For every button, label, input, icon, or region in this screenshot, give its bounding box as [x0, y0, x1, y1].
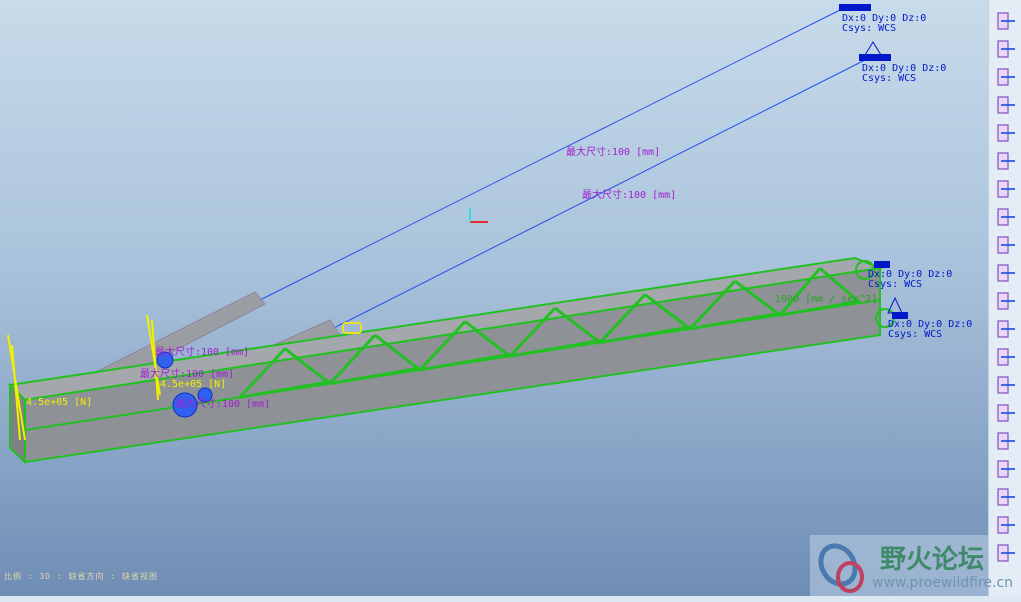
shell-icon[interactable] [993, 402, 1017, 424]
status-text: 比例 : 3D : 缺省方向 : 缺省视图 [4, 572, 158, 581]
watermark: 野火论坛 www.proewildfire.cn [810, 535, 1013, 596]
selected-tag [342, 322, 362, 334]
model-viewport[interactable]: Dx:0 Dy:0 Dz:0 Csys: WCS Dx:0 Dy:0 Dz:0 Cs… [0, 0, 988, 596]
watermark-logo-icon [818, 543, 864, 593]
guide-line [259, 9, 841, 301]
pressure-load-icon[interactable] [993, 206, 1017, 228]
displacement-constraint-icon[interactable] [993, 10, 1017, 32]
moment-load-icon[interactable] [993, 122, 1017, 144]
gravity-load-icon[interactable] [993, 234, 1017, 256]
bearing-load-icon[interactable] [993, 178, 1017, 200]
beam-icon[interactable] [993, 318, 1017, 340]
tag-icon[interactable] [993, 542, 1017, 564]
constraint-label: Dx:0 Dy:0 Dz:0 Csys: WCS [868, 269, 953, 290]
dimension-label: 最大尺寸:100 [mm] [176, 399, 271, 410]
dimension-label: 最大尺寸:100 [mm] [582, 190, 677, 201]
rigid-link-icon[interactable] [993, 458, 1017, 480]
dimension-label: 最大尺寸:100 [mm] [566, 147, 661, 158]
acceleration-label: 1000 [mm / sec^2] [775, 294, 878, 305]
force-load-icon[interactable] [993, 94, 1017, 116]
watermark-url: www.proewildfire.cn [872, 575, 1014, 591]
bottom-border [0, 596, 1021, 602]
surface-region-icon[interactable] [993, 262, 1017, 284]
constraint-label: Dx:0 Dy:0 Dz:0 Csys: WCS [862, 63, 947, 84]
mass-icon[interactable] [993, 374, 1017, 396]
temperature-load-icon[interactable] [993, 150, 1017, 172]
connection-icon[interactable] [993, 514, 1017, 536]
weld-icon[interactable] [993, 430, 1017, 452]
measure-icon[interactable] [993, 486, 1017, 508]
pin-constraint-icon[interactable] [993, 66, 1017, 88]
load-label: 4.5e+05 [N] [160, 379, 227, 390]
multi-constraint-icon[interactable] [993, 38, 1017, 60]
spring-icon[interactable] [993, 346, 1017, 368]
constraint-label: Dx:0 Dy:0 Dz:0 Csys: WCS [842, 13, 927, 34]
volume-region-icon[interactable] [993, 290, 1017, 312]
watermark-title: 野火论坛 [880, 545, 985, 575]
load-label: 4.5e+05 [N] [26, 397, 93, 408]
dimension-label: 最大尺寸:100 [mm] [155, 347, 250, 358]
right-toolbar [988, 0, 1021, 596]
constraint-label: Dx:0 Dy:0 Dz:0 Csys: WCS [888, 319, 973, 340]
